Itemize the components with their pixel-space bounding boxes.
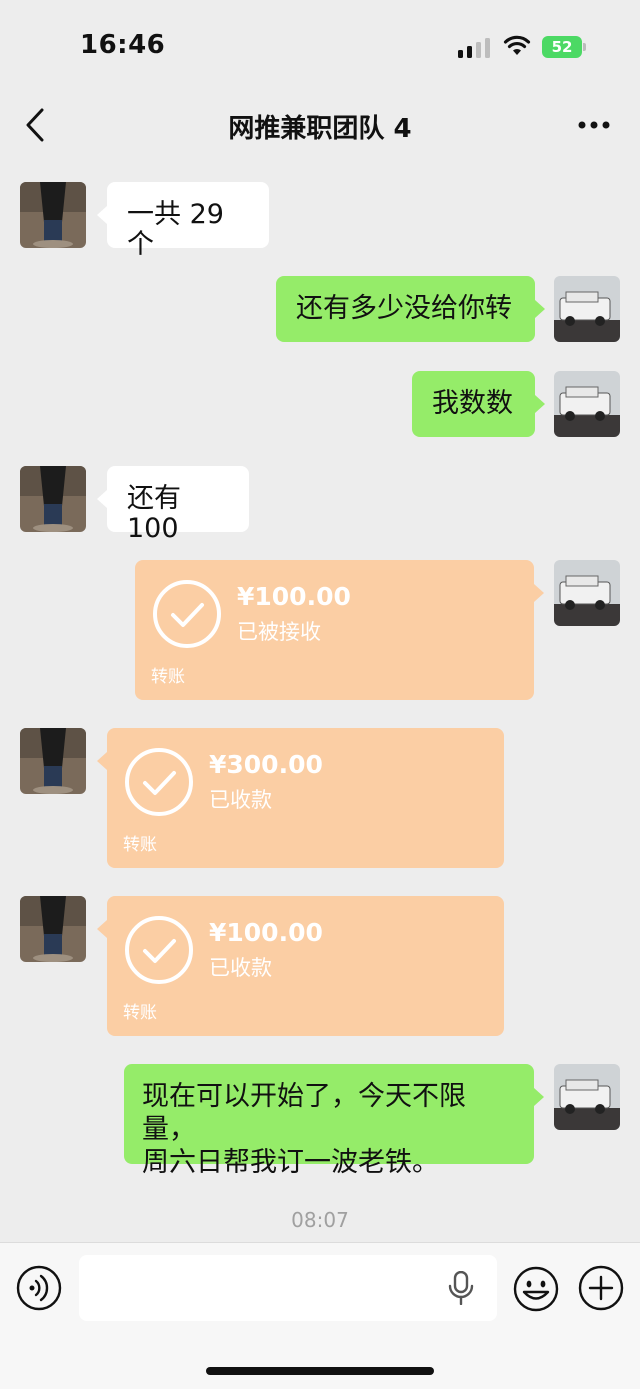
message-text: 还有多少没给你转 (296, 293, 512, 324)
status-time: 16:46 (80, 30, 166, 60)
wifi-icon (503, 35, 531, 55)
message-bubble-incoming[interactable]: 一共 29 个 (97, 182, 269, 260)
chat-header: 网推兼职团队 4 (0, 90, 640, 160)
plus-icon[interactable] (578, 1265, 624, 1311)
my-avatar[interactable] (554, 560, 620, 626)
message-text: 我数数 (432, 388, 513, 419)
contact-avatar[interactable] (20, 896, 86, 962)
message-text: 还有 100 (127, 483, 181, 544)
battery-level: 52 (551, 38, 573, 56)
my-avatar[interactable] (554, 1064, 620, 1130)
my-avatar[interactable] (554, 276, 620, 342)
message-timestamp: 08:07 (291, 1208, 349, 1232)
transfer-amount: ¥100.00 (209, 918, 323, 947)
message-bubble-outgoing[interactable]: 我数数 (412, 371, 545, 437)
transfer-label: 转账 (123, 835, 157, 855)
check-circle-icon (125, 916, 193, 984)
my-avatar[interactable] (554, 371, 620, 437)
contact-avatar[interactable] (20, 182, 86, 248)
check-circle-icon (125, 748, 193, 816)
emoji-icon[interactable] (512, 1265, 560, 1313)
chat-title: 网推兼职团队 4 (228, 114, 412, 144)
input-bar (0, 1242, 640, 1389)
home-indicator[interactable] (206, 1367, 434, 1375)
contact-avatar[interactable] (20, 728, 86, 794)
transfer-card[interactable]: ¥100.00 已收款 转账 (97, 896, 504, 1036)
voice-icon[interactable] (16, 1265, 62, 1311)
message-bubble-outgoing[interactable]: 还有多少没给你转 (276, 276, 545, 342)
mic-icon[interactable] (446, 1271, 476, 1305)
message-text-line-2: 周六日帮我订一波老铁。 (142, 1147, 439, 1178)
chevron-left-icon[interactable] (22, 106, 48, 144)
transfer-status: 已收款 (209, 788, 272, 812)
transfer-amount: ¥100.00 (237, 582, 351, 611)
battery-charging-icon: 52 (542, 36, 586, 58)
signal-icon (458, 38, 490, 58)
message-text-line-1: 现在可以开始了，今天不限量， (142, 1081, 466, 1145)
message-text: 一共 29 个 (127, 199, 224, 260)
status-bar: 16:46 52 (0, 0, 640, 90)
check-circle-icon (153, 580, 221, 648)
transfer-label: 转账 (123, 1003, 157, 1023)
transfer-status: 已收款 (209, 956, 272, 980)
message-bubble-incoming[interactable]: 还有 100 (97, 466, 249, 544)
transfer-card[interactable]: ¥100.00 已被接收 转账 (135, 560, 544, 700)
message-input[interactable] (79, 1255, 497, 1321)
transfer-label: 转账 (151, 667, 185, 687)
contact-avatar[interactable] (20, 466, 86, 532)
message-list[interactable]: 一共 29 个 还有多少没给你转 我数数 还有 100 ¥100.00 已被接收… (0, 160, 640, 1242)
transfer-amount: ¥300.00 (209, 750, 323, 779)
message-bubble-outgoing[interactable]: 现在可以开始了，今天不限量， 周六日帮我订一波老铁。 (124, 1064, 544, 1178)
more-dots-icon[interactable] (576, 114, 612, 136)
transfer-card[interactable]: ¥300.00 已收款 转账 (97, 728, 504, 868)
transfer-status: 已被接收 (237, 620, 321, 644)
